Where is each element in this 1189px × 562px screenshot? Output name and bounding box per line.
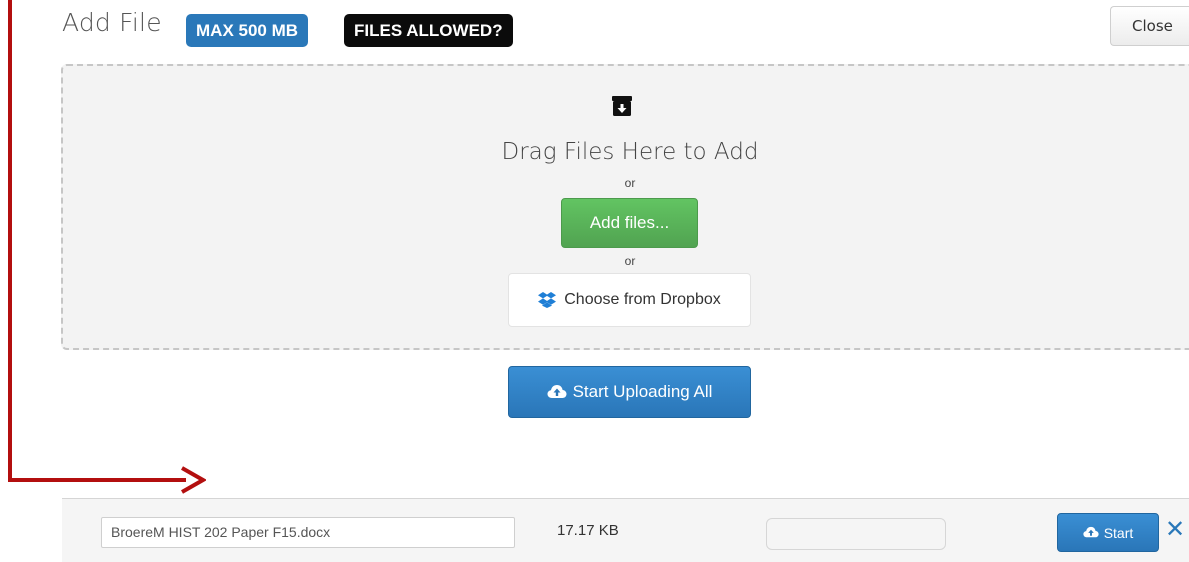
add-files-button[interactable]: Add files... [561,198,698,248]
max-size-badge: MAX 500 MB [186,14,309,47]
cloud-upload-icon [1083,526,1099,538]
or-separator: or [624,254,636,268]
file-size: 17.17 KB [557,522,619,539]
start-uploading-all-label: Start Uploading All [572,382,713,401]
dropbox-icon [538,292,557,308]
file-name-input[interactable]: BroereM HIST 202 Paper F15.docx [101,517,515,548]
start-uploading-all-button[interactable]: Start Uploading All [508,366,751,418]
start-button[interactable]: Start [1057,513,1159,552]
annotation-arrow-vertical [8,0,12,482]
cloud-upload-icon [547,385,567,398]
choose-from-dropbox-button[interactable]: Choose from Dropbox [508,273,751,327]
start-label: Start [1103,524,1134,541]
page-title: Add File [62,8,162,37]
download-box-icon [612,96,632,116]
dropbox-label: Choose from Dropbox [564,291,721,308]
files-allowed-badge[interactable]: FILES ALLOWED? [344,14,513,47]
drop-zone-text: Drag Files Here to Add [501,139,759,165]
close-button[interactable]: Close [1110,6,1189,46]
or-separator: or [624,176,636,190]
upload-progress-bar [766,518,946,550]
annotation-arrow-horizontal [8,478,186,482]
close-x-icon[interactable]: ✕ [1165,515,1189,545]
annotation-arrowhead-icon [181,466,206,494]
